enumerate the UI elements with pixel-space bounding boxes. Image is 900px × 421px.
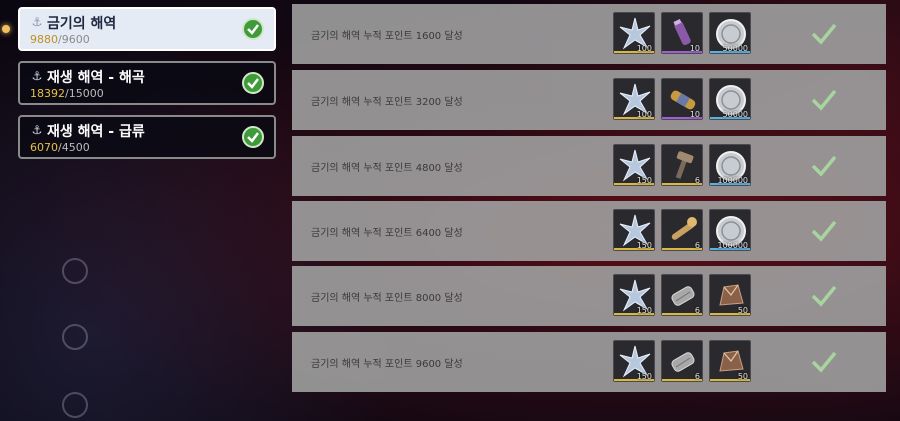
reward-item-slot[interactable]: 6 xyxy=(661,144,703,186)
reward-item-slot[interactable]: 100000 xyxy=(709,209,751,251)
reward-row: 금기의 해역 누적 포인트 9600 달성 150 6 50 xyxy=(292,332,886,392)
reward-item-quantity: 6 xyxy=(694,306,700,315)
selection-indicator-dot xyxy=(2,25,10,33)
reward-item-slot[interactable]: 100000 xyxy=(709,144,751,186)
category-card-regen-rapids[interactable]: ⚓ 재생 해역 - 급류 6070/4500 xyxy=(18,115,276,159)
reward-item-quantity: 6 xyxy=(694,372,700,381)
reward-claimed-check-icon xyxy=(810,21,838,51)
reward-item-quantity: 150 xyxy=(636,372,652,381)
complete-check-icon xyxy=(242,18,264,40)
reward-claimed-check-icon xyxy=(810,87,838,117)
category-title: 금기의 해역 xyxy=(47,16,117,32)
reward-row: 금기의 해역 누적 포인트 3200 달성 100 10 50000 xyxy=(292,70,886,130)
reward-claimed-check-icon xyxy=(810,153,838,183)
reward-item-quantity: 6 xyxy=(694,241,700,250)
reward-item-slot[interactable]: 150 xyxy=(613,209,655,251)
category-progress: 18392/15000 xyxy=(30,87,104,100)
reward-item-quantity: 100 xyxy=(636,110,652,119)
category-title: 재생 해역 - 급류 xyxy=(47,124,145,140)
anchor-icon: ⚓ xyxy=(31,123,43,137)
category-progress: 9880/9600 xyxy=(30,33,90,46)
reward-item-slot[interactable]: 6 xyxy=(661,209,703,251)
reward-item-quantity: 10 xyxy=(689,44,700,53)
reward-condition-label: 금기의 해역 누적 포인트 1600 달성 xyxy=(311,31,463,42)
reward-item-slot[interactable]: 100 xyxy=(613,12,655,54)
reward-row: 금기의 해역 누적 포인트 6400 달성 150 6 100000 xyxy=(292,201,886,261)
reward-claimed-check-icon xyxy=(810,283,838,313)
ghost-menu-icon xyxy=(62,392,88,418)
reward-item-quantity: 50000 xyxy=(722,44,748,53)
reward-item-slot[interactable]: 150 xyxy=(613,340,655,382)
reward-claimed-check-icon xyxy=(810,218,838,248)
reward-row: 금기의 해역 누적 포인트 1600 달성 100 10 50000 xyxy=(292,4,886,64)
reward-item-slot[interactable]: 6 xyxy=(661,340,703,382)
reward-item-slot[interactable]: 100 xyxy=(613,78,655,120)
reward-item-slot[interactable]: 10 xyxy=(661,12,703,54)
ghost-menu-icon xyxy=(62,258,88,284)
reward-item-quantity: 100000 xyxy=(717,241,748,250)
reward-condition-label: 금기의 해역 누적 포인트 3200 달성 xyxy=(311,97,463,108)
reward-condition-label: 금기의 해역 누적 포인트 6400 달성 xyxy=(311,228,463,239)
reward-item-quantity: 10 xyxy=(689,110,700,119)
reward-item-quantity: 150 xyxy=(636,241,652,250)
complete-check-icon xyxy=(242,126,264,148)
reward-row: 금기의 해역 누적 포인트 4800 달성 150 6 100000 xyxy=(292,136,886,196)
reward-condition-label: 금기의 해역 누적 포인트 9600 달성 xyxy=(311,359,463,370)
reward-claimed-check-icon xyxy=(810,349,838,379)
reward-item-slot[interactable]: 50000 xyxy=(709,12,751,54)
reward-item-quantity: 150 xyxy=(636,176,652,185)
reward-item-quantity: 150 xyxy=(636,306,652,315)
anchor-icon: ⚓ xyxy=(31,69,43,83)
reward-item-slot[interactable]: 50 xyxy=(709,274,751,316)
category-card-forbidden-sea[interactable]: ⚓ 금기의 해역 9880/9600 xyxy=(18,7,276,51)
reward-item-quantity: 50000 xyxy=(722,110,748,119)
reward-item-slot[interactable]: 6 xyxy=(661,274,703,316)
reward-item-slot[interactable]: 10 xyxy=(661,78,703,120)
ghost-menu-icon xyxy=(62,324,88,350)
reward-item-slot[interactable]: 50000 xyxy=(709,78,751,120)
reward-condition-label: 금기의 해역 누적 포인트 8000 달성 xyxy=(311,293,463,304)
reward-item-slot[interactable]: 50 xyxy=(709,340,751,382)
reward-item-quantity: 6 xyxy=(694,176,700,185)
reward-item-quantity: 50 xyxy=(737,372,748,381)
anchor-icon: ⚓ xyxy=(31,15,43,29)
category-progress: 6070/4500 xyxy=(30,141,90,154)
reward-item-quantity: 50 xyxy=(737,306,748,315)
category-card-regen-trench[interactable]: ⚓ 재생 해역 - 해곡 18392/15000 xyxy=(18,61,276,105)
category-title: 재생 해역 - 해곡 xyxy=(47,70,145,86)
complete-check-icon xyxy=(242,72,264,94)
reward-condition-label: 금기의 해역 누적 포인트 4800 달성 xyxy=(311,163,463,174)
reward-item-quantity: 100 xyxy=(636,44,652,53)
reward-item-quantity: 100000 xyxy=(717,176,748,185)
reward-item-slot[interactable]: 150 xyxy=(613,274,655,316)
reward-item-slot[interactable]: 150 xyxy=(613,144,655,186)
reward-row: 금기의 해역 누적 포인트 8000 달성 150 6 50 xyxy=(292,266,886,326)
